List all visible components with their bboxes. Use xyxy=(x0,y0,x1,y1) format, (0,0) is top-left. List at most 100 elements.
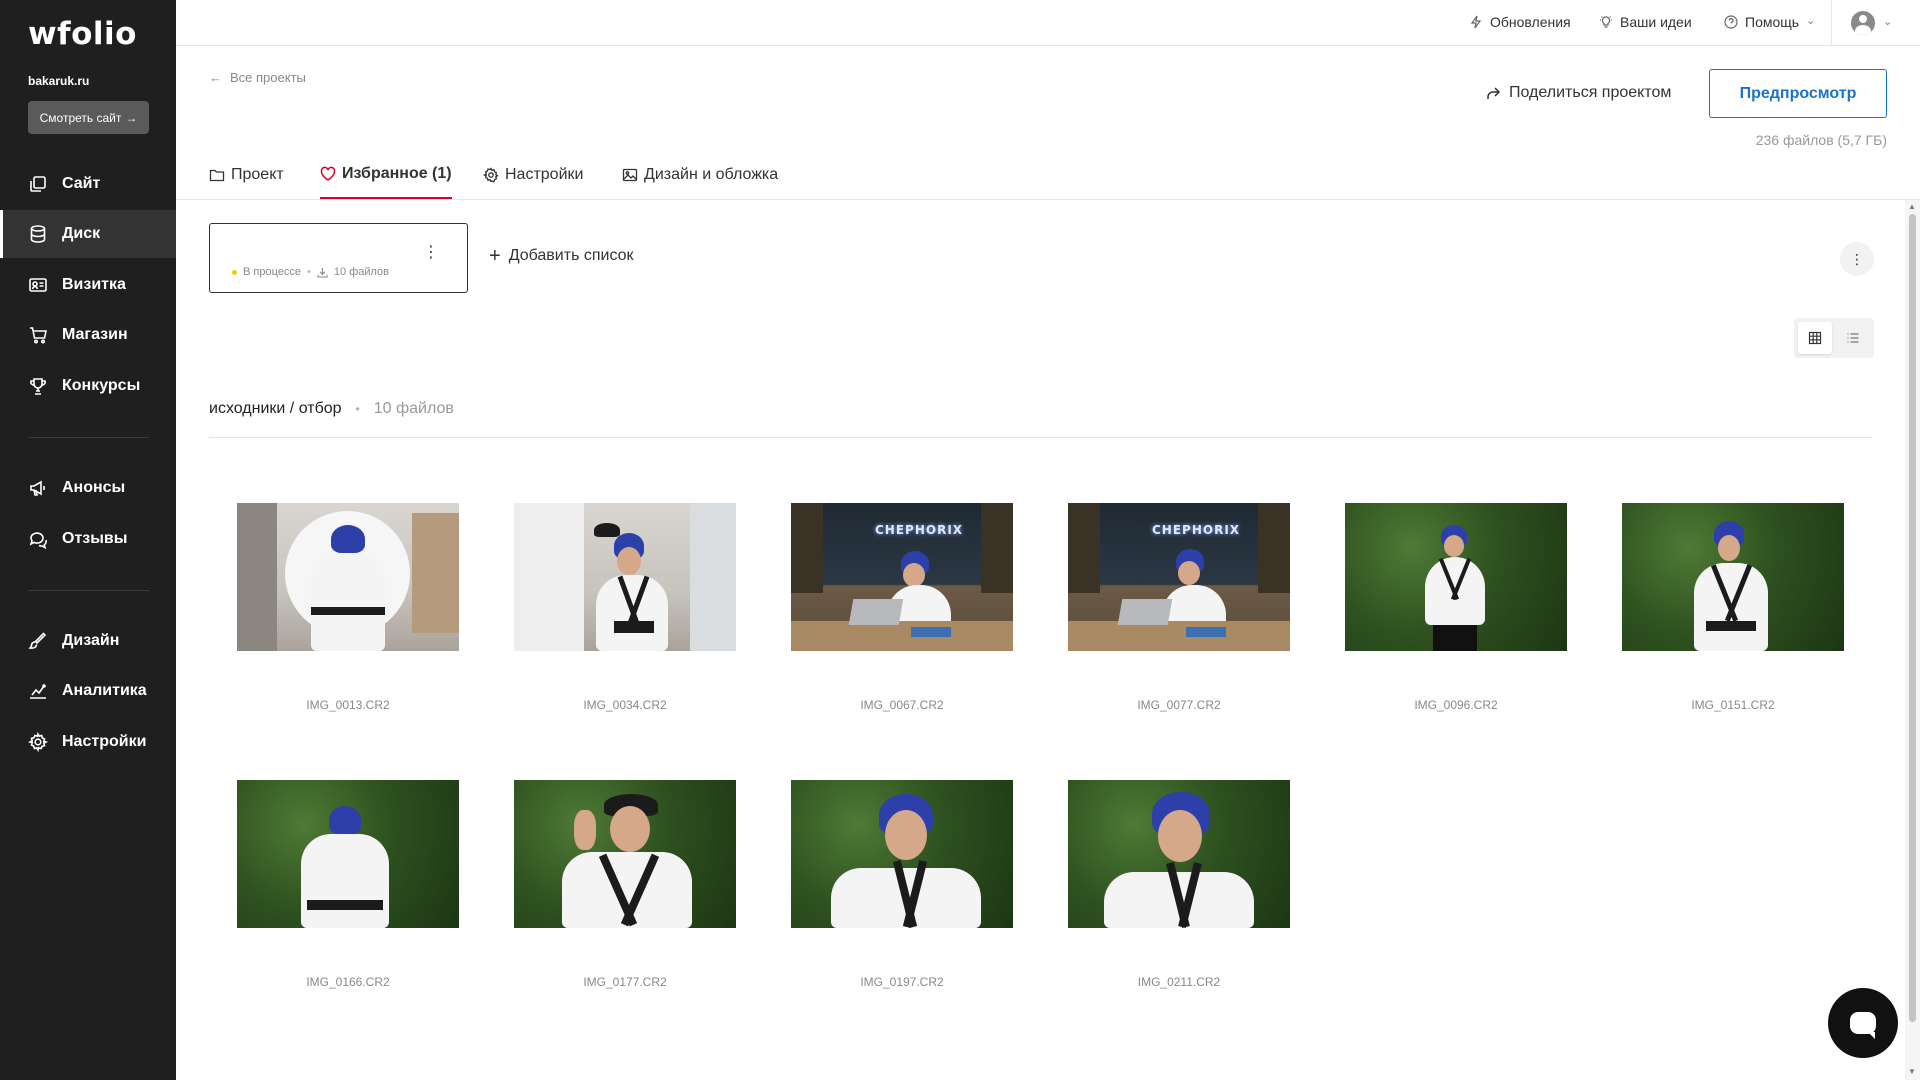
photo-thumbnail[interactable] xyxy=(1345,503,1567,651)
sidebar-item-label: Диск xyxy=(62,225,101,242)
scrollbar-thumb[interactable] xyxy=(1909,214,1916,1022)
list-status: В процессе • 10 файлов xyxy=(232,266,389,278)
ideas-label: Ваши идеи xyxy=(1620,14,1692,30)
sidebar-item-settings[interactable]: Настройки xyxy=(0,718,176,766)
updates-link[interactable]: Обновления xyxy=(1469,14,1571,30)
favorites-list-card[interactable]: ⋮ В процессе • 10 файлов xyxy=(209,223,468,293)
grid-view-button[interactable] xyxy=(1798,322,1832,354)
tab-label: Проект xyxy=(231,166,284,183)
lightning-icon xyxy=(1470,15,1482,29)
photo-filename: IMG_0077.CR2 xyxy=(1137,698,1221,712)
add-list-button[interactable]: + Добавить список xyxy=(489,246,634,266)
photo-thumbnail[interactable] xyxy=(514,780,736,928)
sidebar-item-label: Магазин xyxy=(62,326,128,343)
tab-design-cover[interactable]: Дизайн и обложка xyxy=(622,160,778,200)
help-icon xyxy=(1724,15,1738,29)
id-card-icon xyxy=(29,278,47,292)
photo-thumbnail[interactable] xyxy=(237,780,459,928)
analytics-icon xyxy=(30,684,46,699)
sidebar-item-label: Сайт xyxy=(62,175,101,192)
sidebar-item-reviews[interactable]: Отзывы xyxy=(0,515,176,563)
view-site-button[interactable]: Смотреть сайт → xyxy=(28,101,149,134)
tab-label: Дизайн и обложка xyxy=(644,166,779,183)
sidebar-item-disk[interactable]: Диск xyxy=(0,210,176,258)
sidebar-item-shop[interactable]: Магазин xyxy=(0,311,176,359)
list-view-button[interactable] xyxy=(1836,322,1870,354)
download-icon xyxy=(317,267,328,278)
status-dot-icon xyxy=(232,269,237,275)
chat-icon xyxy=(29,532,47,549)
photo-thumbnail[interactable]: CHEPHORIX xyxy=(791,503,1013,651)
photo-thumbnail[interactable] xyxy=(1622,503,1844,651)
photo-thumbnail[interactable] xyxy=(237,503,459,651)
folder-count: 10 файлов xyxy=(373,400,454,417)
tab-project[interactable]: Проект xyxy=(209,160,284,200)
photo-thumbnail[interactable]: CHEPHORIX xyxy=(1068,503,1290,651)
folder-icon xyxy=(209,169,225,182)
tab-settings[interactable]: Настройки xyxy=(483,160,583,200)
view-toggle xyxy=(1794,318,1874,358)
photo-thumbnail[interactable] xyxy=(791,780,1013,928)
sidebar-item-design[interactable]: Дизайн xyxy=(0,617,176,665)
tabs-divider xyxy=(176,199,1920,200)
sidebar-item-label: Отзывы xyxy=(62,530,128,547)
chevron-down-icon[interactable]: ⌄ xyxy=(1883,15,1892,28)
image-icon xyxy=(622,168,638,182)
updates-label: Обновления xyxy=(1490,14,1571,30)
share-label: Поделиться проектом xyxy=(1509,84,1672,101)
photo-filename: IMG_0067.CR2 xyxy=(860,698,944,712)
brush-icon xyxy=(28,632,47,649)
preview-button[interactable]: Предпросмотр xyxy=(1709,69,1887,118)
megaphone-icon xyxy=(30,480,45,496)
sidebar-item-announcements[interactable]: Анонсы xyxy=(0,464,176,512)
photo-filename: IMG_0211.CR2 xyxy=(1137,975,1221,989)
photo-filename: IMG_0151.CR2 xyxy=(1691,698,1775,712)
back-to-projects-link[interactable]: ← Все проекты xyxy=(209,70,306,85)
more-vertical-icon: ⋮ xyxy=(1850,250,1864,267)
scroll-down-icon[interactable]: ▼ xyxy=(1908,1067,1916,1076)
share-project-button[interactable]: Поделиться проектом xyxy=(1486,84,1671,102)
photo-filename: IMG_0096.CR2 xyxy=(1414,698,1498,712)
files-meta: 236 файлов (5,7 ГБ) xyxy=(1755,132,1887,148)
photo-filename: IMG_0013.CR2 xyxy=(306,698,390,712)
list-status-label: В процессе xyxy=(243,266,301,278)
photo-thumbnail[interactable] xyxy=(514,503,736,651)
sidebar-item-analytics[interactable]: Аналитика xyxy=(0,667,176,715)
view-site-label: Смотреть сайт xyxy=(39,110,122,125)
sidebar-item-label: Дизайн xyxy=(62,632,120,649)
sidebar-item-card[interactable]: Визитка xyxy=(0,261,176,309)
cart-icon xyxy=(30,327,47,344)
grid-icon xyxy=(1808,331,1822,345)
bullet-separator: • xyxy=(307,266,311,278)
tab-favorites[interactable]: Избранное (1) xyxy=(320,160,452,200)
copy-icon xyxy=(30,176,46,192)
chevron-down-icon: ⌄ xyxy=(1806,14,1816,27)
photo-filename: IMG_0166.CR2 xyxy=(306,975,390,989)
share-icon xyxy=(1487,86,1501,99)
sidebar-divider xyxy=(28,590,149,591)
sidebar-item-label: Настройки xyxy=(62,733,147,750)
gear-icon xyxy=(483,167,499,183)
scroll-up-icon[interactable]: ▲ xyxy=(1908,202,1916,211)
help-link[interactable]: Помощь ⌄ xyxy=(1724,14,1815,30)
chat-widget-button[interactable] xyxy=(1828,988,1898,1058)
photo-thumbnail[interactable] xyxy=(1068,780,1290,928)
help-label: Помощь xyxy=(1745,14,1800,30)
folder-heading: исходники / отбор • 10 файлов xyxy=(209,400,454,418)
scrollbar[interactable]: ▲ ▼ xyxy=(1905,200,1920,1080)
sidebar-item-label: Визитка xyxy=(62,276,126,293)
database-icon xyxy=(30,225,46,243)
trophy-icon xyxy=(30,378,46,395)
sidebar-item-site[interactable]: Сайт xyxy=(0,160,176,208)
lightbulb-icon xyxy=(1600,16,1612,28)
avatar[interactable] xyxy=(1851,11,1875,35)
more-options-button[interactable]: ⋮ xyxy=(1840,242,1874,276)
more-vertical-icon[interactable]: ⋮ xyxy=(423,245,439,261)
logo[interactable]: wfolio xyxy=(28,16,137,52)
ideas-link[interactable]: Ваши идеи xyxy=(1599,14,1692,30)
tab-label: Избранное (1) xyxy=(342,164,452,182)
add-list-label: Добавить список xyxy=(508,247,634,264)
sidebar-item-label: Конкурсы xyxy=(62,377,141,394)
sidebar-item-contests[interactable]: Конкурсы xyxy=(0,362,176,410)
top-divider xyxy=(1831,0,1832,46)
